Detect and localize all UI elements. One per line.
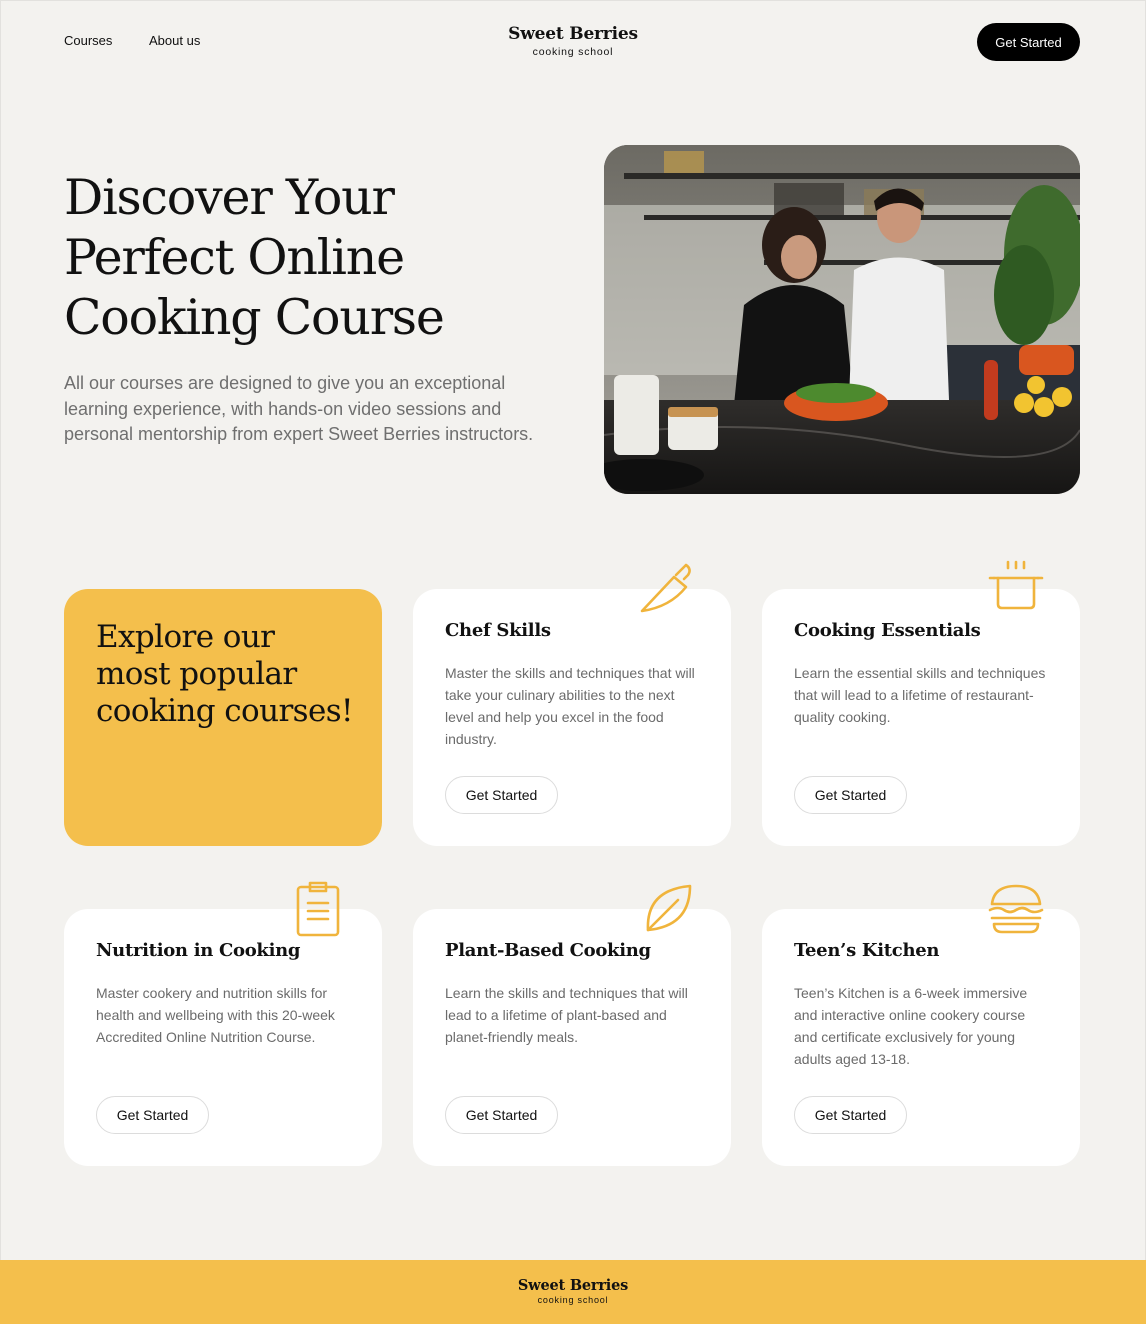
course-description: Master cookery and nutrition skills for …: [96, 985, 335, 1045]
pot-icon: [986, 556, 1046, 616]
course-title: Plant-Based Cooking: [445, 940, 651, 961]
course-card-chef-skills: Chef Skills Master the skills and techni…: [413, 589, 731, 846]
course-description: Master the skills and techniques that wi…: [445, 665, 695, 747]
hero-title: Discover Your Perfect Online Cooking Cou…: [64, 169, 445, 346]
course-title: Nutrition in Cooking: [96, 940, 301, 961]
hero-image: [604, 145, 1080, 494]
promo-heading: Explore our most popular cooking courses…: [96, 619, 353, 729]
clipboard-icon: [288, 879, 348, 939]
course-title: Chef Skills: [445, 620, 551, 641]
course-description: Teen’s Kitchen is a 6-week immersive and…: [794, 985, 1028, 1067]
chef-skills-get-started-button[interactable]: Get Started: [445, 776, 558, 814]
brand-name: Sweet Berries: [517, 1277, 629, 1294]
course-card-plant-based: Plant-Based Cooking Learn the skills and…: [413, 909, 731, 1166]
promo-card: Explore our most popular cooking courses…: [64, 589, 382, 846]
hero-description: All our courses are designed to give you…: [64, 373, 534, 444]
header-get-started-button[interactable]: Get Started: [977, 23, 1080, 61]
brand-tagline: cooking school: [537, 1295, 609, 1305]
course-description: Learn the essential skills and technique…: [794, 665, 1046, 725]
brand-tagline: cooking school: [532, 46, 614, 58]
course-description: Learn the skills and techniques that wil…: [445, 985, 688, 1045]
burger-icon: [986, 878, 1046, 938]
knife-icon: [636, 559, 696, 619]
leaf-icon: [638, 880, 698, 940]
footer-logo[interactable]: Sweet Berries cooking school: [0, 1277, 1146, 1305]
course-card-cooking-essentials: Cooking Essentials Learn the essential s…: [762, 589, 1080, 846]
site-footer: Sweet Berries cooking school: [0, 1260, 1146, 1324]
nutrition-get-started-button[interactable]: Get Started: [96, 1096, 209, 1134]
course-card-teens-kitchen: Teen’s Kitchen Teen’s Kitchen is a 6-wee…: [762, 909, 1080, 1166]
course-title: Cooking Essentials: [794, 620, 981, 641]
plant-based-get-started-button[interactable]: Get Started: [445, 1096, 558, 1134]
header-logo[interactable]: Sweet Berries cooking school: [0, 24, 1146, 58]
cooking-essentials-get-started-button[interactable]: Get Started: [794, 776, 907, 814]
kitchen-photo-illustration: [604, 145, 1080, 494]
teens-kitchen-get-started-button[interactable]: Get Started: [794, 1096, 907, 1134]
course-title: Teen’s Kitchen: [794, 940, 940, 961]
brand-name: Sweet Berries: [508, 24, 638, 44]
course-card-nutrition: Nutrition in Cooking Master cookery and …: [64, 909, 382, 1166]
